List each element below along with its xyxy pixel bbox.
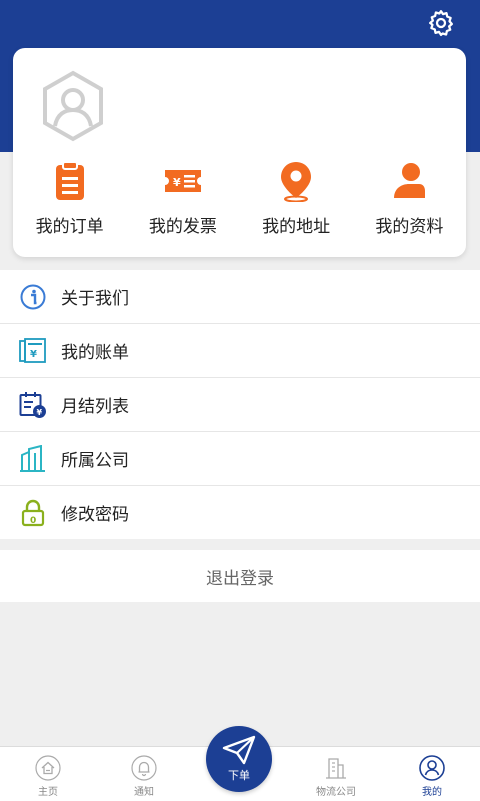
settings-menu: 关于我们 ¥ 我的账单 ¥ 月结列表 所属公司 0 修改密码: [0, 270, 480, 539]
my-invoices-label: 我的发票: [148, 217, 217, 237]
clipboard-icon: [55, 161, 84, 200]
location-pin-icon: [281, 162, 312, 202]
my-address-label: 我的地址: [262, 217, 331, 237]
my-invoices-button[interactable]: ¥ 我的发票: [126, 160, 239, 240]
profile-card: 我的订单 ¥ 我的发票 我的地址 我的资料: [13, 48, 466, 257]
info-icon: [19, 283, 47, 311]
place-order-button[interactable]: 下单: [206, 726, 272, 792]
menu-item-label: 我的账单: [61, 343, 129, 363]
tab-label: 我的: [422, 787, 442, 798]
svg-text:¥: ¥: [37, 408, 43, 417]
user-icon: [419, 755, 445, 781]
tab-notifications[interactable]: 通知: [96, 747, 192, 801]
user-hexagon-icon[interactable]: [41, 70, 105, 142]
person-icon: [394, 163, 426, 198]
place-order-label: 下单: [228, 769, 250, 782]
tab-label: 主页: [38, 787, 58, 798]
menu-item-label: 月结列表: [61, 397, 129, 417]
company-icon: [326, 758, 346, 779]
menu-item-company[interactable]: 所属公司: [0, 432, 480, 486]
tab-logistics-company[interactable]: 物流公司: [288, 747, 384, 801]
menu-item-label: 修改密码: [61, 505, 129, 525]
menu-item-change-password[interactable]: 0 修改密码: [0, 486, 480, 539]
my-profile-label: 我的资料: [375, 217, 444, 237]
paper-plane-icon: [222, 735, 256, 765]
my-profile-button[interactable]: 我的资料: [353, 160, 466, 240]
bill-icon: ¥: [19, 337, 47, 365]
svg-text:¥: ¥: [30, 349, 37, 360]
tab-mine[interactable]: 我的: [384, 747, 480, 801]
bell-icon: [131, 755, 157, 781]
svg-text:0: 0: [30, 516, 36, 526]
tab-label: 物流公司: [316, 787, 356, 798]
my-orders-button[interactable]: 我的订单: [13, 160, 126, 240]
gear-icon[interactable]: [426, 8, 456, 38]
quick-actions: 我的订单 ¥ 我的发票 我的地址 我的资料: [13, 160, 466, 240]
menu-item-about[interactable]: 关于我们: [0, 270, 480, 324]
my-orders-label: 我的订单: [35, 217, 104, 237]
tab-home[interactable]: 主页: [0, 747, 96, 801]
menu-item-label: 所属公司: [61, 451, 129, 471]
my-address-button[interactable]: 我的地址: [240, 160, 353, 240]
building-icon: [19, 444, 47, 473]
menu-item-monthly-list[interactable]: ¥ 月结列表: [0, 378, 480, 432]
ticket-icon: ¥: [164, 170, 201, 192]
lock-icon: 0: [19, 499, 47, 527]
menu-item-label: 关于我们: [61, 289, 129, 309]
svg-text:¥: ¥: [173, 176, 181, 189]
calendar-yen-icon: ¥: [19, 391, 47, 419]
menu-item-my-bill[interactable]: ¥ 我的账单: [0, 324, 480, 378]
home-icon: [35, 755, 61, 781]
tab-label: 通知: [134, 787, 154, 798]
logout-button[interactable]: 退出登录: [0, 550, 480, 602]
